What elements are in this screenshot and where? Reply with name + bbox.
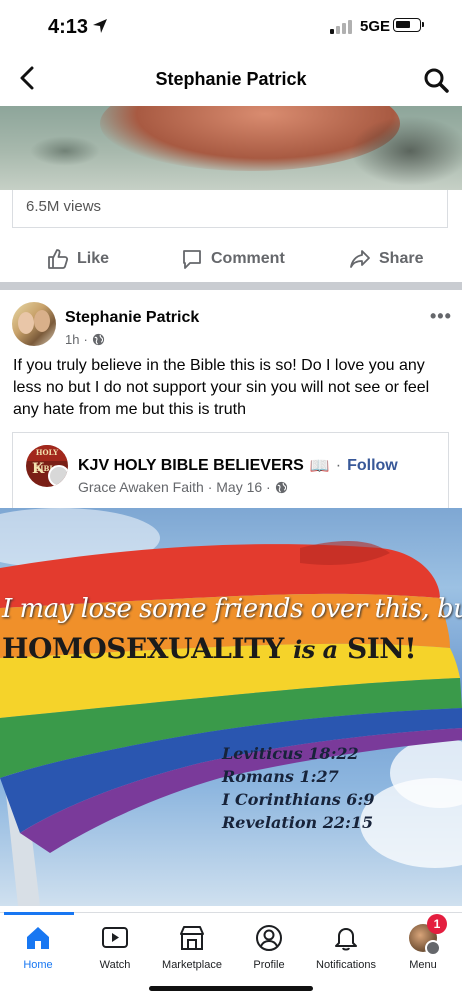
- location-arrow-icon: [93, 19, 107, 33]
- network-type: 5GE: [360, 18, 391, 35]
- open-book-icon: 📖: [309, 458, 330, 475]
- menu-hamburger-icon: [425, 940, 441, 956]
- post-header: Stephanie Patrick 1h · •••: [0, 290, 462, 350]
- more-options-button[interactable]: •••: [430, 306, 452, 327]
- tab-label: Home: [23, 959, 53, 971]
- active-tab-indicator: [4, 912, 74, 915]
- menu-avatar-icon: 1: [409, 914, 447, 956]
- profile-badge-icon: [48, 465, 68, 487]
- globe-icon: [275, 481, 287, 493]
- video-views-box: 6.5M views: [12, 190, 448, 228]
- tab-profile[interactable]: Profile: [229, 923, 309, 971]
- tab-home[interactable]: Home: [0, 923, 78, 971]
- tab-watch[interactable]: Watch: [75, 923, 155, 971]
- image-caption-line2: HOMOSEXUALITY is a SIN!: [2, 632, 417, 665]
- follow-button[interactable]: Follow: [347, 457, 398, 475]
- home-icon: [27, 927, 49, 949]
- post-meta: 1h ·: [65, 332, 105, 347]
- home-indicator: [149, 986, 313, 991]
- author-name[interactable]: Stephanie Patrick: [65, 309, 199, 327]
- comment-button[interactable]: Comment: [181, 248, 285, 270]
- verse-list: Leviticus 18:22 Romans 1:27 I Corinthian…: [222, 742, 374, 834]
- feed-separator: [0, 282, 462, 290]
- shared-page-meta: Grace Awaken Faith · May 16 ·: [78, 479, 288, 495]
- like-label: Like: [77, 250, 110, 267]
- title-separator: ·: [335, 457, 342, 474]
- page-avatar[interactable]: HOLY BIBLE K: [26, 445, 68, 487]
- verse-item: Leviticus 18:22: [222, 744, 359, 763]
- post-body-text: If you truly believe in the Bible this i…: [13, 357, 430, 418]
- like-button[interactable]: Like: [47, 248, 109, 270]
- share-icon: [350, 250, 370, 268]
- post-action-row: Like Comment Share: [0, 238, 462, 282]
- share-button[interactable]: Share: [349, 248, 423, 270]
- top-nav-bar: Stephanie Patrick: [0, 56, 462, 106]
- status-time: 4:13: [48, 16, 89, 38]
- tab-label: Menu: [409, 959, 437, 971]
- status-bar: 4:13 5GE: [0, 0, 462, 56]
- tab-label: Watch: [99, 959, 131, 971]
- bell-icon: [335, 928, 357, 951]
- image-caption-line1: I may lose some friends over this, but: [2, 594, 462, 624]
- comment-label: Comment: [211, 250, 285, 267]
- view-count: 6.5M views: [26, 198, 102, 215]
- signal-strength-icon: [330, 20, 352, 34]
- shared-page-name[interactable]: KJV HOLY BIBLE BELIEVERS: [78, 457, 304, 475]
- tab-notifications[interactable]: Notifications: [306, 923, 386, 971]
- comment-icon: [183, 250, 201, 269]
- shared-post-image[interactable]: I may lose some friends over this, but H…: [0, 508, 462, 906]
- video-thumbnail[interactable]: [0, 106, 462, 190]
- globe-icon: [92, 333, 104, 346]
- meta-separator: ·: [83, 332, 88, 347]
- tab-label: Profile: [253, 959, 285, 971]
- profile-icon: [256, 925, 282, 951]
- share-label: Share: [379, 250, 424, 267]
- verse-item: I Corinthians 6:9: [222, 790, 375, 809]
- tab-menu[interactable]: 1 Menu: [383, 914, 462, 971]
- notification-badge: 1: [427, 914, 447, 934]
- watch-icon: [102, 927, 128, 948]
- rainbow-flag-illustration: [0, 541, 462, 906]
- shared-post-header: HOLY BIBLE K KJV HOLY BIBLE BELIEVERS 📖 …: [12, 432, 449, 508]
- thumbs-up-icon: [48, 249, 69, 269]
- author-avatar[interactable]: [12, 302, 56, 346]
- battery-icon: [393, 18, 424, 32]
- marketplace-icon: [180, 926, 204, 950]
- tab-label: Notifications: [316, 959, 376, 971]
- page-title: Stephanie Patrick: [155, 69, 307, 89]
- shared-meta-text: Grace Awaken Faith · May 16 ·: [78, 479, 271, 495]
- verse-item: Romans 1:27: [222, 767, 339, 786]
- verse-item: Revelation 22:15: [222, 813, 374, 832]
- shared-page-title-row: KJV HOLY BIBLE BELIEVERS 📖 · Follow: [78, 456, 398, 476]
- post-time[interactable]: 1h: [65, 332, 79, 347]
- tab-marketplace[interactable]: Marketplace: [152, 923, 232, 971]
- tab-label: Marketplace: [162, 959, 222, 971]
- search-icon[interactable]: [422, 66, 450, 94]
